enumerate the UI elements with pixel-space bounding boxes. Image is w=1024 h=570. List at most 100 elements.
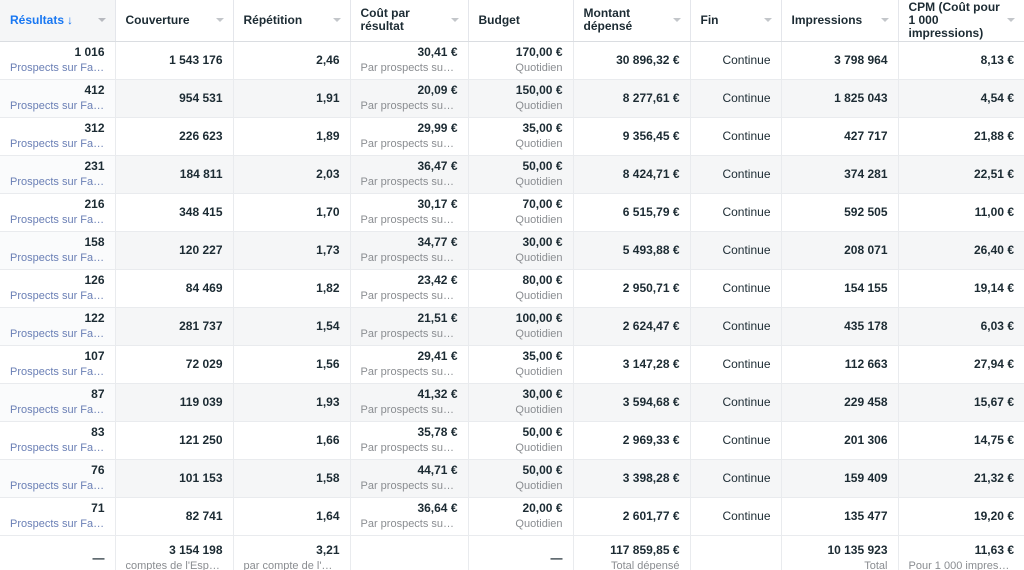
- cell-cpm: 21,32 €: [898, 459, 1024, 498]
- cell-end: Continue: [690, 79, 782, 118]
- chevron-down-icon[interactable]: [672, 16, 682, 25]
- cell-reach-value: 348 415: [179, 205, 223, 219]
- cell-results-sublabel[interactable]: Prospects sur Faceb…: [10, 175, 105, 189]
- cell-cost-per-result-sublabel: Par prospects sur Fa…: [360, 100, 458, 112]
- cell-results-sublabel[interactable]: Prospects sur Faceb…: [10, 213, 105, 227]
- cell-results[interactable]: 76 Prospects sur Faceb…: [0, 459, 116, 498]
- cell-results[interactable]: 87 Prospects sur Faceb…: [0, 383, 116, 422]
- table-row[interactable]: 231 Prospects sur Faceb… 184 811 2,03 36,47 …: [0, 155, 1024, 194]
- cell-cost-per-result-sublabel: Par prospects sur Fa…: [360, 366, 458, 378]
- cell-results[interactable]: 71 Prospects sur Faceb…: [0, 497, 116, 536]
- cell-cost-per-result-sublabel: Par prospects sur Fa…: [360, 176, 458, 188]
- cell-reach: 72 029: [115, 345, 234, 384]
- cell-results[interactable]: 107 Prospects sur Faceb…: [0, 345, 116, 384]
- cell-results-value: 312: [84, 121, 105, 135]
- chevron-down-icon[interactable]: [763, 16, 773, 25]
- cell-cpm-value: 4,54 €: [980, 91, 1014, 105]
- chevron-down-icon[interactable]: [1007, 16, 1016, 25]
- cell-results-sublabel[interactable]: Prospects sur Faceb…: [10, 365, 105, 379]
- cell-cpm: 15,67 €: [898, 383, 1024, 422]
- cell-budget-sublabel: Quotidien: [515, 518, 563, 530]
- cell-results[interactable]: 216 Prospects sur Faceb…: [0, 193, 116, 232]
- cell-budget: 170,00 € Quotidien: [468, 41, 574, 80]
- cell-end: Continue: [690, 383, 782, 422]
- cell-impressions: 135 477: [781, 497, 899, 536]
- cell-end: Continue: [690, 497, 782, 536]
- cell-results-sublabel[interactable]: Prospects sur Faceb…: [10, 517, 105, 531]
- cell-cost-per-result-sublabel: Par prospects sur Fa…: [360, 252, 458, 264]
- cell-results-sublabel[interactable]: Prospects sur Faceb…: [10, 327, 105, 341]
- cell-results-sublabel[interactable]: Prospects sur Faceb…: [10, 479, 105, 493]
- table-row[interactable]: 83 Prospects sur Faceb… 121 250 1,66 35,78 €…: [0, 421, 1024, 460]
- cell-results[interactable]: 126 Prospects sur Faceb…: [0, 269, 116, 308]
- cell-results-sublabel[interactable]: Prospects sur Faceb…: [10, 137, 105, 151]
- total-reach: 3 154 198 comptes de l'Espace …: [115, 534, 234, 570]
- table-row[interactable]: 126 Prospects sur Faceb… 84 469 1,82 23,42 €…: [0, 269, 1024, 308]
- chevron-down-icon[interactable]: [97, 16, 107, 25]
- chevron-down-icon[interactable]: [450, 16, 460, 25]
- cell-reach: 121 250: [115, 421, 234, 460]
- cell-end: Continue: [690, 421, 782, 460]
- column-header-cost-per-result[interactable]: Coût par résultat: [350, 0, 469, 42]
- table-totals-row: — 3 154 198 comptes de l'Espace … 3,21 par c…: [0, 534, 1024, 570]
- cell-amount-spent: 6 515,79 €: [573, 193, 691, 232]
- cell-cost-per-result-value: 36,64 €: [417, 501, 458, 515]
- cell-results[interactable]: 158 Prospects sur Faceb…: [0, 231, 116, 270]
- cell-results[interactable]: 231 Prospects sur Faceb…: [0, 155, 116, 194]
- cell-end: Continue: [690, 345, 782, 384]
- cell-results[interactable]: 412 Prospects sur Faceb…: [0, 79, 116, 118]
- table-row[interactable]: 312 Prospects sur Faceb… 226 623 1,89 29,99 …: [0, 117, 1024, 156]
- cell-budget-value: 80,00 €: [522, 273, 563, 287]
- cell-results-sublabel[interactable]: Prospects sur Faceb…: [10, 441, 105, 455]
- column-header-cpm[interactable]: CPM (Coût pour 1 000 impressions): [898, 0, 1024, 42]
- column-header-frequency[interactable]: Répétition: [233, 0, 351, 42]
- column-header-reach[interactable]: Couverture: [115, 0, 234, 42]
- cell-results-value: 83: [91, 425, 105, 439]
- column-header-results[interactable]: Résultats ↓: [0, 0, 116, 42]
- column-header-impressions[interactable]: Impressions: [781, 0, 899, 42]
- cell-impressions-value: 374 281: [844, 167, 888, 181]
- table-row[interactable]: 158 Prospects sur Faceb… 120 227 1,73 34,77 …: [0, 231, 1024, 270]
- chevron-down-icon[interactable]: [880, 16, 890, 25]
- chevron-down-icon[interactable]: [215, 16, 225, 25]
- cell-end-value: Continue: [722, 433, 771, 447]
- table-row[interactable]: 87 Prospects sur Faceb… 119 039 1,93 41,32 €…: [0, 383, 1024, 422]
- cell-results-sublabel[interactable]: Prospects sur Faceb…: [10, 403, 105, 417]
- table-row[interactable]: 122 Prospects sur Faceb… 281 737 1,54 21,51 …: [0, 307, 1024, 346]
- cell-results-sublabel[interactable]: Prospects sur Faceb…: [10, 61, 105, 75]
- cell-amount-spent: 2 950,71 €: [573, 269, 691, 308]
- cell-cpm-value: 14,75 €: [973, 433, 1014, 447]
- cell-results-sublabel[interactable]: Prospects sur Faceb…: [10, 289, 105, 303]
- cell-impressions: 229 458: [781, 383, 899, 422]
- table-row[interactable]: 71 Prospects sur Faceb… 82 741 1,64 36,64 € P…: [0, 497, 1024, 536]
- cell-budget-sublabel: Quotidien: [515, 404, 563, 416]
- cell-reach: 120 227: [115, 231, 234, 270]
- cell-impressions-value: 159 409: [844, 471, 888, 485]
- cell-results[interactable]: 312 Prospects sur Faceb…: [0, 117, 116, 156]
- table-row[interactable]: 107 Prospects sur Faceb… 72 029 1,56 29,41 €…: [0, 345, 1024, 384]
- cell-cpm-value: 6,03 €: [980, 319, 1014, 333]
- cell-results[interactable]: 83 Prospects sur Faceb…: [0, 421, 116, 460]
- cell-frequency-value: 1,56: [316, 357, 340, 371]
- cell-results[interactable]: 1 016 Prospects sur Faceb…: [0, 41, 116, 80]
- cell-cpm-value: 11,00 €: [974, 205, 1014, 219]
- cell-amount-spent: 8 277,61 €: [573, 79, 691, 118]
- column-header-budget[interactable]: Budget: [468, 0, 574, 42]
- cell-results-sublabel[interactable]: Prospects sur Faceb…: [10, 99, 105, 113]
- chevron-down-icon[interactable]: [332, 16, 342, 25]
- column-header-end[interactable]: Fin: [690, 0, 782, 42]
- table-row[interactable]: 1 016 Prospects sur Faceb… 1 543 176 2,46 30…: [0, 41, 1024, 80]
- column-header-budget-label: Budget: [478, 12, 520, 27]
- table-row[interactable]: 412 Prospects sur Faceb… 954 531 1,91 20,09 …: [0, 79, 1024, 118]
- cell-impressions-value: 154 155: [844, 281, 888, 295]
- cell-cpm: 21,88 €: [898, 117, 1024, 156]
- cell-reach: 184 811: [115, 155, 234, 194]
- column-header-amount-spent[interactable]: Montant dépensé: [573, 0, 691, 42]
- table-row[interactable]: 216 Prospects sur Faceb… 348 415 1,70 30,17 …: [0, 193, 1024, 232]
- cell-cost-per-result-value: 35,78 €: [417, 425, 458, 439]
- table-row[interactable]: 76 Prospects sur Faceb… 101 153 1,58 44,71 €…: [0, 459, 1024, 498]
- ads-reporting-table-container: Résultats ↓ Couverture Répétition Coût p…: [0, 0, 1024, 570]
- cell-results[interactable]: 122 Prospects sur Faceb…: [0, 307, 116, 346]
- cell-amount-spent-value: 8 424,71 €: [622, 167, 680, 181]
- cell-results-sublabel[interactable]: Prospects sur Faceb…: [10, 251, 105, 265]
